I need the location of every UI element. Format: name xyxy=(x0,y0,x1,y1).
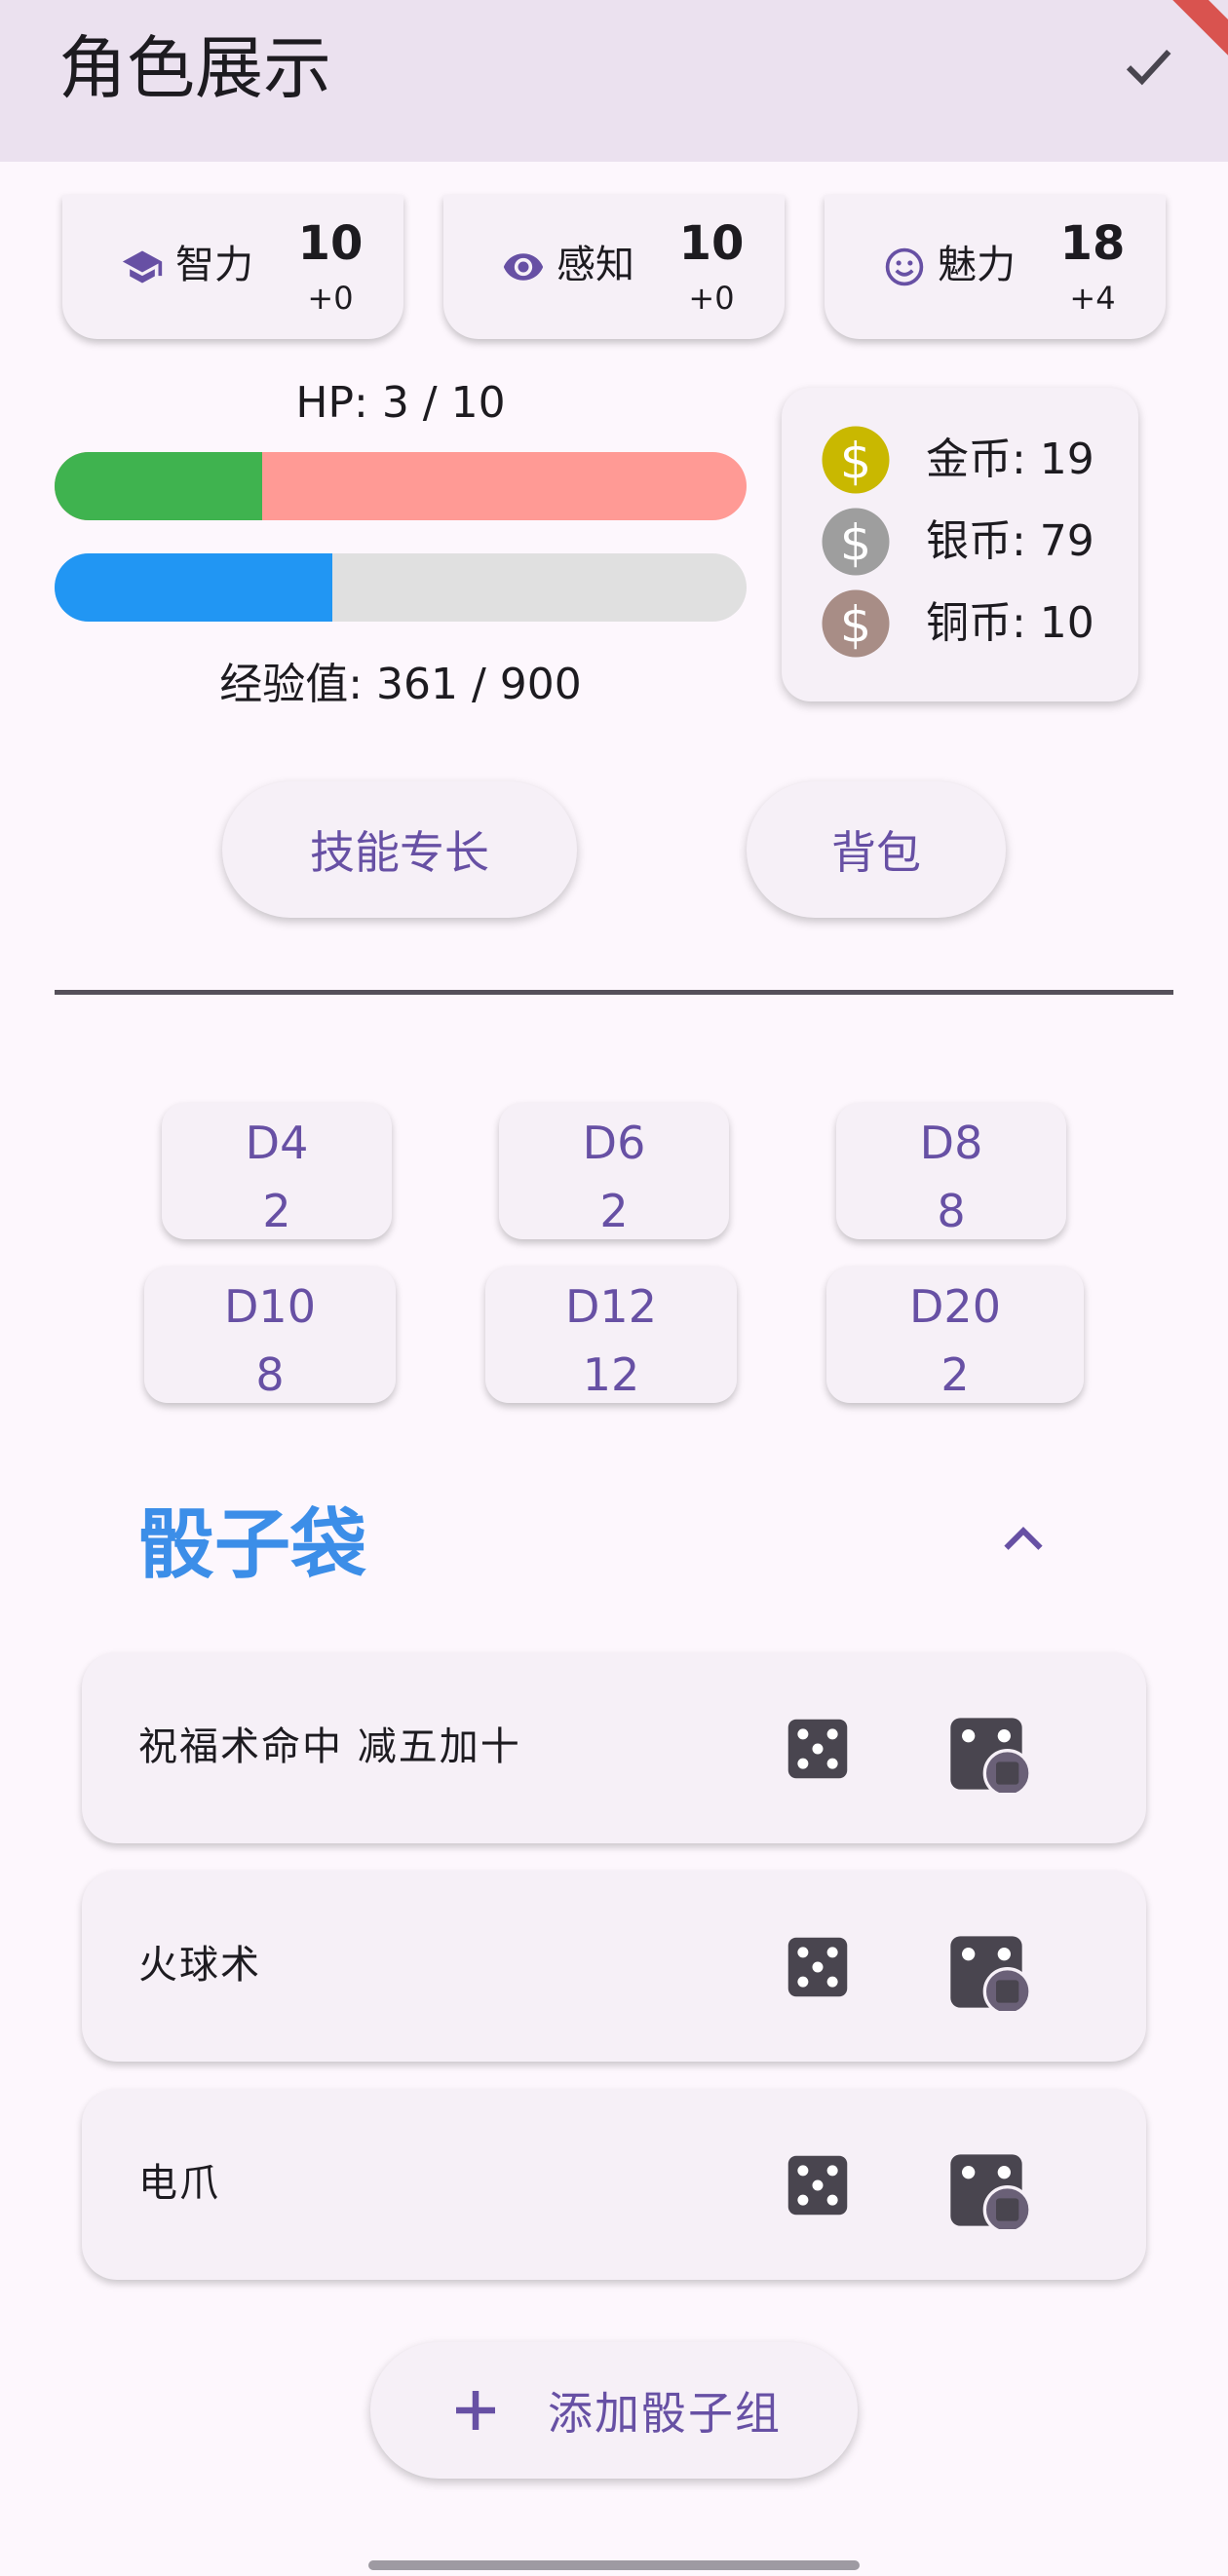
dice-multi-roll-icon[interactable] xyxy=(947,1715,1035,1793)
add-dice-group-label: 添加骰子组 xyxy=(548,2387,782,2440)
dice-button-d10[interactable]: D10 8 xyxy=(144,1267,396,1403)
dice-button-d4[interactable]: D4 2 xyxy=(162,1103,392,1239)
stat-modifier: +0 xyxy=(688,280,735,317)
dice-name: D20 xyxy=(909,1280,1001,1333)
dice-count: 2 xyxy=(940,1348,970,1401)
stat-card-intelligence[interactable]: 智力 10 +0 xyxy=(62,195,403,339)
dice-group-name: 祝福术命中 减五加十 xyxy=(138,1724,521,1769)
eye-icon xyxy=(503,253,544,281)
page-title: 角色展示 xyxy=(58,28,331,108)
dice-name: D4 xyxy=(245,1117,309,1169)
dice-multi-roll-icon[interactable] xyxy=(947,1933,1035,2011)
dice-name: D10 xyxy=(224,1280,316,1333)
coin-label: 铜币: 10 xyxy=(926,598,1094,648)
stat-card-charisma[interactable]: 魅力 18 +4 xyxy=(825,195,1166,339)
stat-value: 10 xyxy=(678,216,745,271)
dice-name: D8 xyxy=(919,1117,983,1169)
backpack-button[interactable]: 背包 xyxy=(747,781,1006,918)
exp-label: 经验值: 361 / 900 xyxy=(219,660,582,709)
svg-text:$: $ xyxy=(840,597,871,655)
dice-count: 8 xyxy=(937,1185,966,1237)
dice-button-d20[interactable]: D20 2 xyxy=(826,1267,1084,1403)
coin-label: 银币: 79 xyxy=(926,516,1094,566)
coin-row-gold: $ 金币: 19 xyxy=(821,423,1094,497)
check-icon xyxy=(1126,49,1171,86)
stat-modifier: +0 xyxy=(307,280,354,317)
exp-bar-fill xyxy=(55,553,332,622)
skills-button[interactable]: 技能专长 xyxy=(222,781,577,918)
svg-text:$: $ xyxy=(840,434,871,491)
app-bar: 角色展示 xyxy=(0,0,1228,162)
dice-button-d12[interactable]: D12 12 xyxy=(485,1267,737,1403)
dollar-coin-icon: $ xyxy=(822,426,890,494)
graduation-cap-icon xyxy=(122,250,163,284)
stat-name: 智力 xyxy=(175,243,253,287)
dice-roll-icon[interactable] xyxy=(786,1935,850,1999)
stat-value: 10 xyxy=(297,216,364,271)
dice-multi-roll-icon[interactable] xyxy=(947,2151,1035,2229)
coin-card: $ 金币: 19 $ 银币: 79 $ 铜币: 10 xyxy=(782,388,1138,701)
home-indicator[interactable] xyxy=(368,2560,860,2570)
dice-group-card[interactable]: 火球术 xyxy=(82,1871,1146,2062)
dice-button-d6[interactable]: D6 2 xyxy=(499,1103,729,1239)
dice-group-name: 电爪 xyxy=(138,2161,220,2206)
plus-icon xyxy=(456,2391,495,2430)
stat-card-perception[interactable]: 感知 10 +0 xyxy=(443,195,785,339)
dice-count: 12 xyxy=(582,1348,640,1401)
stat-name: 魅力 xyxy=(938,243,1016,287)
dice-group-name: 火球术 xyxy=(138,1943,261,1988)
stat-value: 18 xyxy=(1059,216,1126,271)
dice-name: D6 xyxy=(582,1117,646,1169)
dice-roll-icon[interactable] xyxy=(786,2153,850,2217)
stat-modifier: +4 xyxy=(1069,280,1116,317)
dice-count: 2 xyxy=(262,1185,291,1237)
dice-roll-icon[interactable] xyxy=(786,1717,850,1781)
stat-name: 感知 xyxy=(556,243,634,287)
hp-bar xyxy=(55,452,747,520)
dice-button-d8[interactable]: D8 8 xyxy=(836,1103,1066,1239)
coin-row-silver: $ 银币: 79 xyxy=(821,505,1094,579)
dice-count: 8 xyxy=(255,1348,285,1401)
dice-bag-title: 骰子袋 xyxy=(138,1501,367,1589)
dice-group-card[interactable]: 祝福术命中 减五加十 xyxy=(82,1652,1146,1843)
smiley-icon xyxy=(885,247,924,286)
exp-bar xyxy=(55,553,747,622)
divider xyxy=(55,990,1173,995)
svg-text:$: $ xyxy=(840,515,871,573)
dice-group-card[interactable]: 电爪 xyxy=(82,2089,1146,2280)
dollar-coin-icon: $ xyxy=(822,508,890,576)
hp-bar-fill xyxy=(55,452,262,520)
coin-label: 金币: 19 xyxy=(926,435,1094,484)
chevron-up-icon[interactable] xyxy=(994,1510,1053,1569)
hp-label: HP: 3 / 10 xyxy=(295,378,506,428)
dollar-coin-icon: $ xyxy=(822,589,890,658)
coin-row-copper: $ 铜币: 10 xyxy=(821,587,1094,661)
dice-count: 2 xyxy=(599,1185,629,1237)
dice-name: D12 xyxy=(565,1280,657,1333)
add-dice-group-button[interactable]: 添加骰子组 xyxy=(370,2342,858,2479)
debug-banner xyxy=(1170,0,1228,58)
